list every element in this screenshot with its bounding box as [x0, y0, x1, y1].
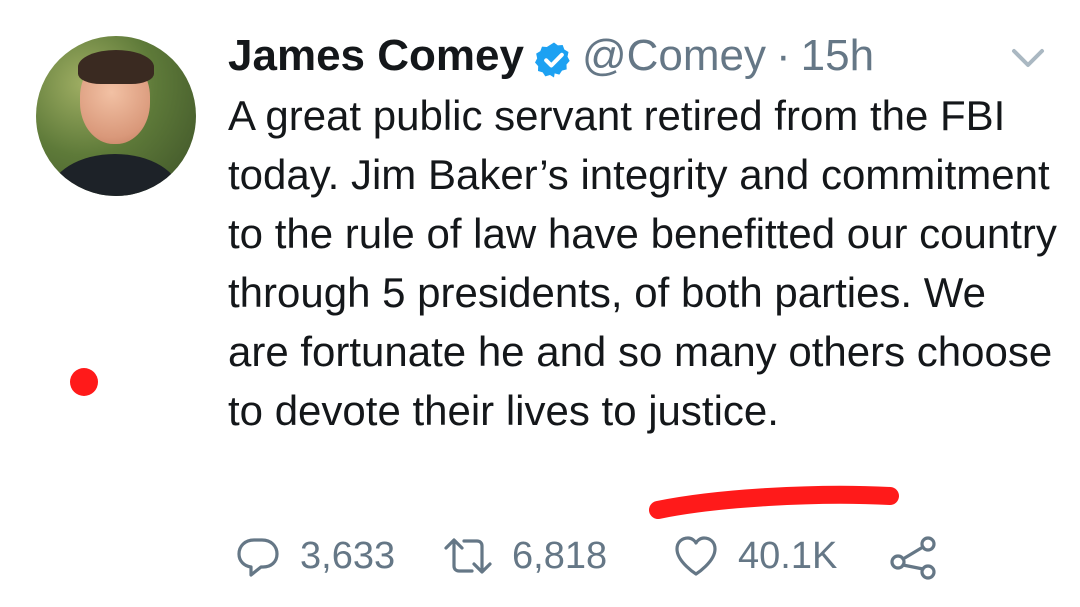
annotation-red-underline	[649, 485, 899, 519]
verified-badge-icon	[534, 36, 574, 78]
reply-button[interactable]: 3,633	[234, 526, 395, 586]
tweet-actions: 3,633 6,818 40.1K	[228, 526, 1058, 586]
tweet-text: A great public servant retired from the …	[228, 92, 1057, 434]
like-icon	[672, 532, 720, 580]
avatar-shirt	[50, 154, 180, 196]
author-avatar[interactable]	[36, 36, 196, 196]
annotation-red-dot	[70, 368, 98, 396]
reply-icon	[234, 532, 282, 580]
author-handle[interactable]: @Comey	[582, 26, 766, 86]
chevron-down-icon[interactable]	[1008, 44, 1048, 72]
header-separator: ·	[776, 31, 791, 80]
avatar-hair	[78, 50, 154, 84]
tweet-timestamp[interactable]: 15h	[801, 26, 874, 86]
like-button[interactable]: 40.1K	[672, 526, 837, 586]
retweet-button[interactable]: 6,818	[442, 526, 607, 586]
retweet-icon	[442, 532, 494, 580]
share-icon	[888, 532, 940, 580]
like-count: 40.1K	[738, 534, 838, 577]
reply-count: 3,633	[300, 534, 396, 577]
tweet-header: James Comey @Comey · 15h	[228, 26, 874, 86]
share-button[interactable]	[888, 526, 940, 586]
author-name[interactable]: James Comey	[228, 26, 524, 86]
retweet-count: 6,818	[512, 534, 608, 577]
